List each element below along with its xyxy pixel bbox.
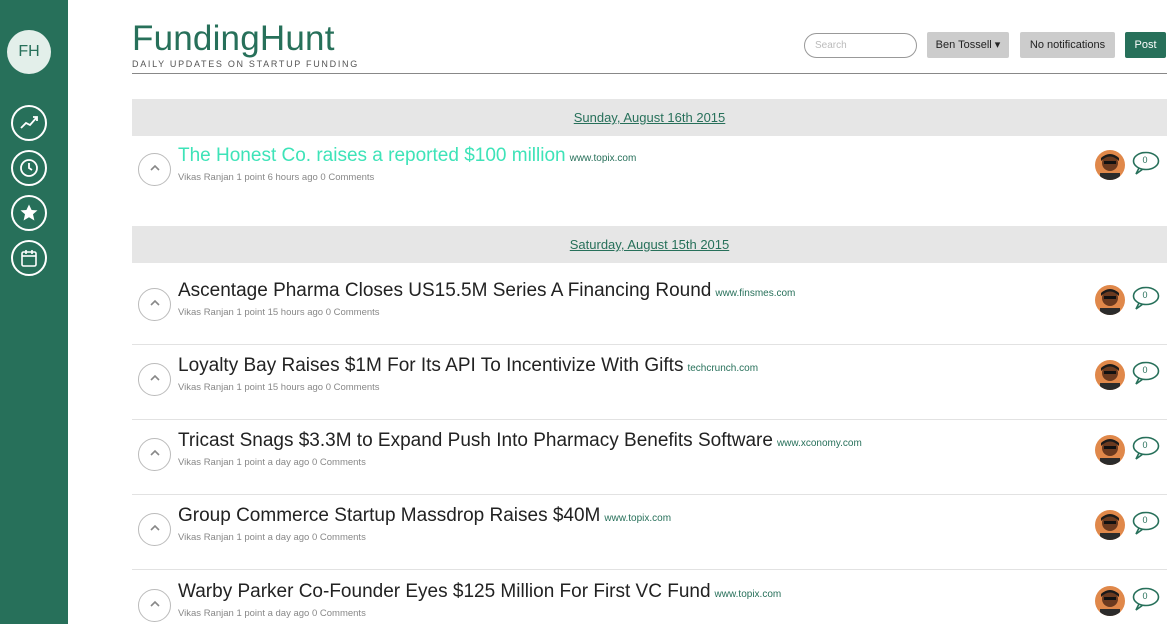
logo[interactable]: FH <box>7 30 51 74</box>
avatar[interactable] <box>1095 360 1125 390</box>
comment-button[interactable]: 0 <box>1131 510 1161 536</box>
post-row: Ascentage Pharma Closes US15.5M Series A… <box>132 270 1167 345</box>
post-title-line: Ascentage Pharma Closes US15.5M Series A… <box>178 280 795 302</box>
post-row: Warby Parker Co-Founder Eyes $125 Millio… <box>132 571 1167 624</box>
comment-count: 0 <box>1142 515 1148 525</box>
comment-button[interactable]: 0 <box>1131 586 1161 612</box>
date-link[interactable]: Sunday, August 16th 2015 <box>574 110 726 125</box>
comment-count: 0 <box>1142 591 1148 601</box>
post-title-line: The Honest Co. raises a reported $100 mi… <box>178 145 636 167</box>
brand: FundingHunt DAILY UPDATES ON STARTUP FUN… <box>132 20 359 70</box>
post-title-link[interactable]: Group Commerce Startup Massdrop Raises $… <box>178 505 600 526</box>
post-meta: Vikas Ranjan 1 point 15 hours ago 0 Comm… <box>178 382 380 393</box>
chevron-up-icon <box>149 296 161 314</box>
post-meta: Vikas Ranjan 1 point a day ago 0 Comment… <box>178 532 366 543</box>
comment-count: 0 <box>1142 440 1148 450</box>
chevron-up-icon <box>149 521 161 539</box>
post-title-link[interactable]: Warby Parker Co-Founder Eyes $125 Millio… <box>178 581 711 602</box>
clock-icon[interactable] <box>11 150 47 186</box>
post-meta: Vikas Ranjan 1 point a day ago 0 Comment… <box>178 608 366 619</box>
post-meta: Vikas Ranjan 1 point a day ago 0 Comment… <box>178 457 366 468</box>
comment-button[interactable]: 0 <box>1131 360 1161 386</box>
chevron-up-icon <box>149 161 161 179</box>
post-domain[interactable]: techcrunch.com <box>687 363 758 374</box>
post-row: Loyalty Bay Raises $1M For Its API To In… <box>132 345 1167 420</box>
comment-bubble-icon <box>1131 436 1161 465</box>
avatar[interactable] <box>1095 285 1125 315</box>
upvote-button[interactable] <box>138 153 171 186</box>
post-title-link[interactable]: Ascentage Pharma Closes US15.5M Series A… <box>178 280 711 301</box>
search-input[interactable] <box>804 33 917 58</box>
comment-bubble-icon <box>1131 361 1161 390</box>
comment-count: 0 <box>1142 365 1148 375</box>
post-meta: Vikas Ranjan 1 point 15 hours ago 0 Comm… <box>178 307 380 318</box>
avatar[interactable] <box>1095 435 1125 465</box>
user-menu-button[interactable]: Ben Tossell ▾ <box>927 32 1009 58</box>
post-domain[interactable]: www.topix.com <box>604 513 671 524</box>
chevron-up-icon <box>149 446 161 464</box>
chevron-up-icon <box>149 597 161 615</box>
comment-count: 0 <box>1142 155 1148 165</box>
calendar-icon[interactable] <box>11 240 47 276</box>
date-header: Sunday, August 16th 2015 <box>132 99 1167 136</box>
post-domain[interactable]: www.xconomy.com <box>777 438 862 449</box>
comment-bubble-icon <box>1131 286 1161 315</box>
chevron-up-icon <box>149 371 161 389</box>
post-title-line: Group Commerce Startup Massdrop Raises $… <box>178 505 671 527</box>
post-title-line: Warby Parker Co-Founder Eyes $125 Millio… <box>178 581 781 603</box>
star-icon[interactable] <box>11 195 47 231</box>
upvote-button[interactable] <box>138 589 171 622</box>
comment-bubble-icon <box>1131 151 1161 180</box>
avatar[interactable] <box>1095 586 1125 616</box>
post-title-link[interactable]: Loyalty Bay Raises $1M For Its API To In… <box>178 355 683 376</box>
post-domain[interactable]: www.finsmes.com <box>715 288 795 299</box>
post-title-link[interactable]: The Honest Co. raises a reported $100 mi… <box>178 145 566 166</box>
post-domain[interactable]: www.topix.com <box>715 589 782 600</box>
comment-bubble-icon <box>1131 587 1161 616</box>
comment-button[interactable]: 0 <box>1131 435 1161 461</box>
sidebar: FH <box>0 0 68 624</box>
chart-icon[interactable] <box>11 105 47 141</box>
avatar[interactable] <box>1095 150 1125 180</box>
upvote-button[interactable] <box>138 288 171 321</box>
date-link[interactable]: Saturday, August 15th 2015 <box>570 237 730 252</box>
comment-count: 0 <box>1142 290 1148 300</box>
date-header: Saturday, August 15th 2015 <box>132 226 1167 263</box>
post-button[interactable]: Post <box>1125 32 1166 58</box>
post-title-link[interactable]: Tricast Snags $3.3M to Expand Push Into … <box>178 430 773 451</box>
post-row: The Honest Co. raises a reported $100 mi… <box>132 135 1167 210</box>
post-meta: Vikas Ranjan 1 point 6 hours ago 0 Comme… <box>178 172 375 183</box>
post-title-line: Loyalty Bay Raises $1M For Its API To In… <box>178 355 758 377</box>
comment-button[interactable]: 0 <box>1131 150 1161 176</box>
header-divider <box>132 73 1167 74</box>
notifications-button[interactable]: No notifications <box>1020 32 1115 58</box>
post-row: Group Commerce Startup Massdrop Raises $… <box>132 495 1167 570</box>
upvote-button[interactable] <box>138 513 171 546</box>
brand-title[interactable]: FundingHunt <box>132 20 359 58</box>
avatar[interactable] <box>1095 510 1125 540</box>
brand-tagline: DAILY UPDATES ON STARTUP FUNDING <box>132 59 359 69</box>
post-row: Tricast Snags $3.3M to Expand Push Into … <box>132 420 1167 495</box>
upvote-button[interactable] <box>138 438 171 471</box>
comment-bubble-icon <box>1131 511 1161 540</box>
comment-button[interactable]: 0 <box>1131 285 1161 311</box>
upvote-button[interactable] <box>138 363 171 396</box>
post-title-line: Tricast Snags $3.3M to Expand Push Into … <box>178 430 862 452</box>
post-domain[interactable]: www.topix.com <box>570 153 637 164</box>
